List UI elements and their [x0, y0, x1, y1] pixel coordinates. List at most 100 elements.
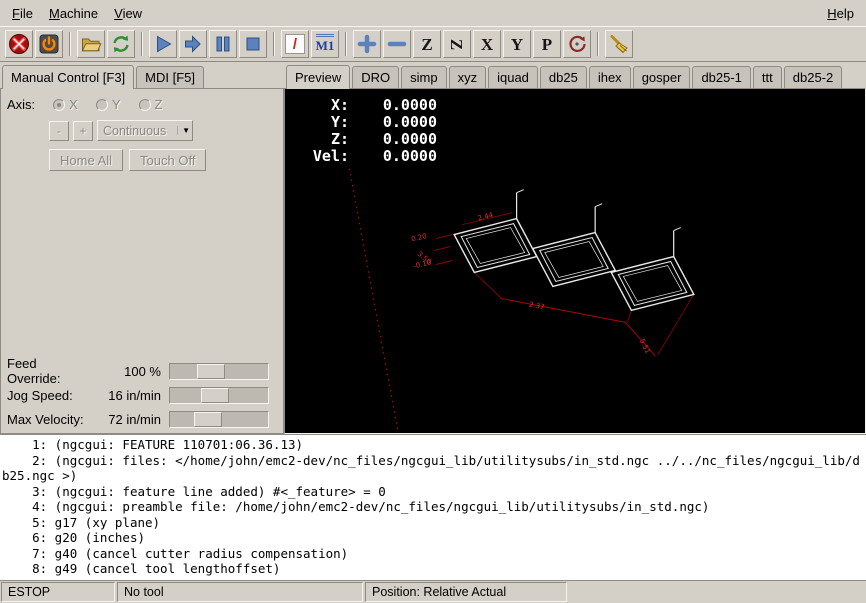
dro-z-value: 0.0000 — [349, 131, 437, 148]
menu-view[interactable]: View — [106, 2, 150, 25]
jog-mode-select[interactable]: Continuous ▼ — [97, 120, 193, 141]
view-side-button[interactable]: X — [473, 30, 501, 58]
backplot-canvas[interactable]: 0.20 3.50 -0.10 2.44 2.37 5.51 — [284, 88, 866, 434]
max-velocity-row: Max Velocity: 72 in/min — [3, 407, 281, 431]
optional-pause-button[interactable]: M1 — [311, 30, 339, 58]
position-readout: X:0.0000 Y:0.0000 Z:0.0000 Vel:0.0000 — [297, 97, 437, 165]
dimension-label: -0.10 — [412, 258, 432, 271]
tab-simp[interactable]: simp — [401, 66, 446, 88]
view-top-icon: Z — [421, 36, 432, 53]
tab-xyz[interactable]: xyz — [449, 66, 487, 88]
view-top-button[interactable]: Z — [413, 30, 441, 58]
rotate-view-button[interactable] — [563, 30, 591, 58]
tab-dro[interactable]: DRO — [352, 66, 399, 88]
axis-z-radio[interactable] — [139, 99, 151, 111]
gcode-line[interactable]: 1: (ngcgui: FEATURE 110701:06.36.13) — [2, 437, 864, 453]
tab-iquad[interactable]: iquad — [488, 66, 538, 88]
jog-speed-handle[interactable] — [201, 388, 229, 403]
jog-plus-button[interactable]: + — [73, 121, 93, 141]
toolbar-separator — [69, 32, 71, 56]
touch-off-button[interactable]: Touch Off — [129, 149, 206, 171]
gcode-line[interactable]: 8: g49 (cancel tool lengthoffset) — [2, 561, 864, 577]
dimension-label: 0.20 — [410, 231, 427, 243]
tab-mdi[interactable]: MDI [F5] — [136, 66, 204, 88]
toolbar-separator — [273, 32, 275, 56]
feed-override-row: Feed Override: 100 % — [3, 359, 281, 383]
estop-button[interactable] — [5, 30, 33, 58]
gcode-line[interactable]: 3: (ngcgui: feature line added) #<_featu… — [2, 484, 864, 500]
tab-db25-1[interactable]: db25-1 — [692, 66, 750, 88]
toolpath-part-2 — [533, 204, 616, 287]
dro-x-label: X: — [297, 97, 349, 114]
tab-db25[interactable]: db25 — [540, 66, 587, 88]
feed-override-slider[interactable] — [169, 363, 269, 380]
axis-label: Axis: — [7, 97, 35, 112]
tab-ttt[interactable]: ttt — [753, 66, 782, 88]
tab-manual-control[interactable]: Manual Control [F3] — [2, 65, 134, 89]
view-rotated-top-icon: Z — [449, 38, 466, 49]
tab-ihex[interactable]: ihex — [589, 66, 631, 88]
main-area: Manual Control [F3] MDI [F5] Axis: X Y Z… — [0, 62, 866, 434]
axis-y-radio[interactable] — [96, 99, 108, 111]
toolbar: / M1 Z Z X Y P — [0, 26, 866, 62]
max-velocity-handle[interactable] — [194, 412, 222, 427]
dimension-label: 2.37 — [528, 300, 545, 312]
jog-speed-row: Jog Speed: 16 in/min — [3, 383, 281, 407]
rotate-view-icon — [566, 33, 588, 55]
control-panel: Manual Control [F3] MDI [F5] Axis: X Y Z… — [0, 62, 284, 434]
run-icon — [152, 33, 174, 55]
run-button[interactable] — [149, 30, 177, 58]
pause-button[interactable] — [209, 30, 237, 58]
axis-limit-line — [349, 169, 397, 430]
axis-z-label: Z — [155, 97, 163, 112]
menu-file[interactable]: File — [4, 2, 41, 25]
max-velocity-slider[interactable] — [169, 411, 269, 428]
gcode-line[interactable]: 6: g20 (inches) — [2, 530, 864, 546]
jog-minus-button[interactable]: - — [49, 121, 69, 141]
menu-help[interactable]: Help — [819, 2, 862, 25]
chevron-down-icon: ▼ — [177, 126, 190, 135]
tab-db25-2[interactable]: db25-2 — [784, 66, 842, 88]
skip-lines-icon: / — [285, 34, 305, 54]
skip-lines-button[interactable]: / — [281, 30, 309, 58]
view-side-icon: X — [481, 36, 493, 53]
view-perspective-button[interactable]: P — [533, 30, 561, 58]
pause-icon — [212, 33, 234, 55]
machine-power-button[interactable] — [35, 30, 63, 58]
view-rotated-top-button[interactable]: Z — [443, 30, 471, 58]
preview-panel: Preview DRO simp xyz iquad db25 ihex gos… — [284, 62, 866, 434]
control-tabbar: Manual Control [F3] MDI [F5] — [0, 64, 284, 88]
status-tool: No tool — [117, 582, 363, 602]
step-button[interactable] — [179, 30, 207, 58]
preview-tabbar: Preview DRO simp xyz iquad db25 ihex gos… — [284, 64, 866, 88]
gcode-line[interactable]: 4: (ngcgui: preamble file: /home/john/em… — [2, 499, 864, 515]
max-velocity-value: 72 in/min — [91, 412, 169, 427]
zoom-out-button[interactable] — [383, 30, 411, 58]
clear-plot-button[interactable] — [605, 30, 633, 58]
feed-override-handle[interactable] — [197, 364, 225, 379]
gcode-line[interactable]: 5: g17 (xy plane) — [2, 515, 864, 531]
gcode-line[interactable]: 7: g40 (cancel cutter radius compensatio… — [2, 546, 864, 562]
step-icon — [182, 33, 204, 55]
dro-z-label: Z: — [297, 131, 349, 148]
menu-machine[interactable]: Machine — [41, 2, 106, 25]
gcode-line[interactable]: 2: (ngcgui: files: </home/john/emc2-dev/… — [2, 453, 864, 484]
dro-vel-label: Vel: — [297, 148, 349, 165]
jog-speed-value: 16 in/min — [91, 388, 169, 403]
toolbar-separator — [141, 32, 143, 56]
jog-speed-slider[interactable] — [169, 387, 269, 404]
home-all-button[interactable]: Home All — [49, 149, 123, 171]
stop-button[interactable] — [239, 30, 267, 58]
stop-icon — [242, 33, 264, 55]
tab-preview[interactable]: Preview — [286, 65, 350, 89]
toolpath-part-3 — [611, 228, 694, 311]
view-front-button[interactable]: Y — [503, 30, 531, 58]
clear-plot-icon — [608, 33, 630, 55]
open-file-button[interactable] — [77, 30, 105, 58]
max-velocity-label: Max Velocity: — [3, 412, 91, 427]
axis-x-radio[interactable] — [53, 99, 65, 111]
tab-gosper[interactable]: gosper — [633, 66, 691, 88]
zoom-in-button[interactable] — [353, 30, 381, 58]
dro-y-value: 0.0000 — [349, 114, 437, 131]
reload-button[interactable] — [107, 30, 135, 58]
